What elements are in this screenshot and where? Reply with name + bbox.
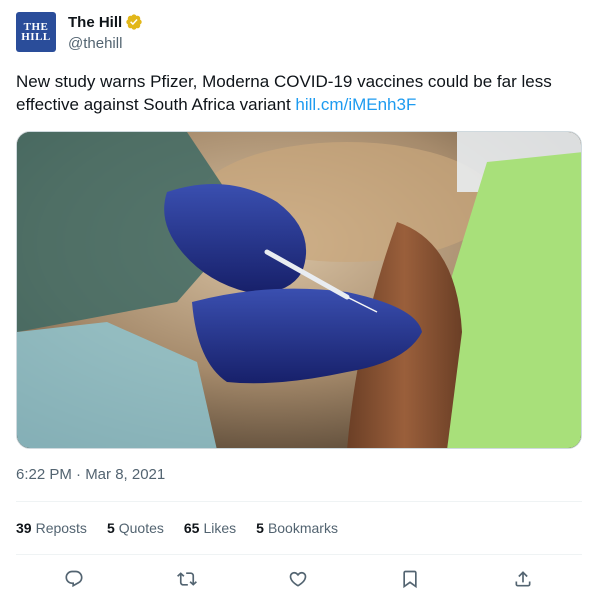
tweet-link[interactable]: hill.cm/iMEnh3F [295,95,416,114]
stat-bookmarks-label: Bookmarks [267,520,338,536]
stat-quotes[interactable]: 5 Quotes [107,520,164,536]
bookmark-icon [403,570,417,589]
tweet: THE HILL The Hill @thehill New study war… [0,0,598,602]
bookmark-button[interactable] [393,564,427,594]
stat-bookmarks[interactable]: 5 Bookmarks [256,520,338,536]
stat-reposts-count: 39 [16,520,32,536]
name-row: The Hill [68,13,143,31]
handle[interactable]: @thehill [68,35,122,52]
stat-likes-label: Likes [203,520,237,536]
like-icon [289,571,307,587]
avatar[interactable]: THE HILL [16,12,56,52]
tweet-media[interactable] [16,131,582,449]
repost-button[interactable] [170,564,204,594]
share-button[interactable] [506,564,540,594]
stat-reposts[interactable]: 39 Reposts [16,520,87,536]
tweet-body: New study warns Pfizer, Moderna COVID-19… [16,72,552,114]
divider [16,501,582,502]
reply-button[interactable] [57,564,91,594]
vaccination-photo [17,132,581,448]
stat-likes[interactable]: 65 Likes [184,520,236,536]
share-icon [515,571,531,587]
divider [16,554,582,555]
avatar-text-line2: HILL [21,31,51,43]
repost-icon [177,572,197,586]
like-button[interactable] [281,564,315,594]
stats-bar: 39 Reposts 5 Quotes 65 Likes 5 Bookmarks [16,520,358,536]
tweet-text: New study warns Pfizer, Moderna COVID-19… [16,70,582,116]
stat-likes-count: 65 [183,520,200,536]
verified-badge-icon [126,14,142,30]
reply-icon [65,570,83,588]
stat-quotes-count: 5 [106,520,115,536]
timestamp[interactable]: 6:22 PM · Mar 8, 2021 [16,466,165,483]
stat-reposts-label: Reposts [35,520,87,536]
display-name[interactable]: The Hill [68,14,122,31]
stat-quotes-label: Quotes [118,520,164,536]
stat-bookmarks-count: 5 [256,520,264,536]
action-bar [16,564,582,594]
